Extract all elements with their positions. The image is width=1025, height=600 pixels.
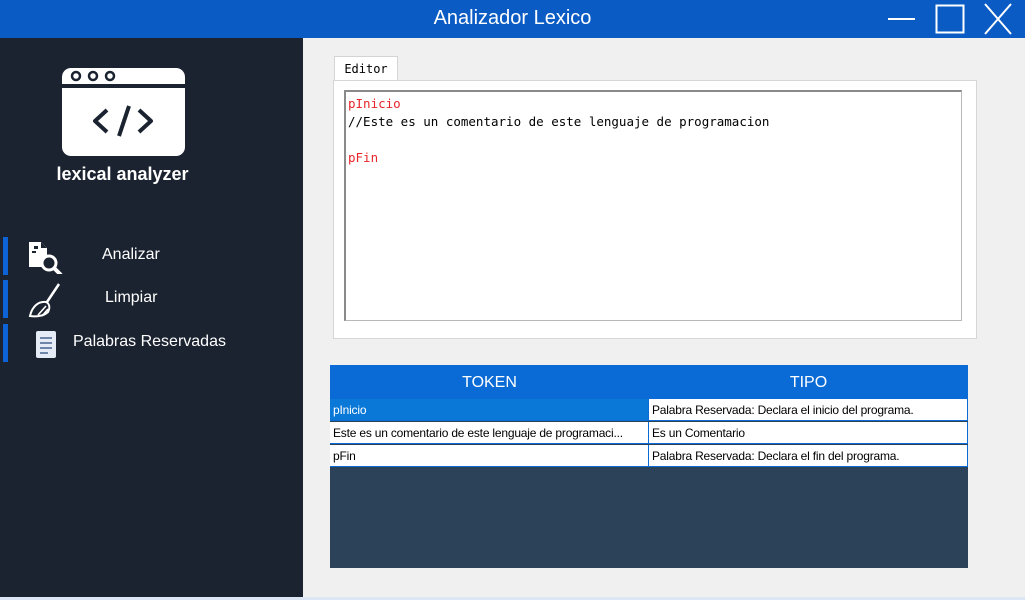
active-indicator	[3, 237, 8, 275]
token-table[interactable]: TOKEN TIPO pInicio Palabra Reservada: Dec…	[330, 365, 968, 568]
sidebar-item-label: Palabras Reservadas	[73, 333, 226, 350]
sidebar-item-limpiar[interactable]: Limpiar	[0, 280, 303, 318]
minimize-button[interactable]	[884, 0, 930, 38]
active-indicator	[3, 280, 8, 318]
close-button[interactable]	[980, 0, 1025, 38]
active-indicator	[3, 324, 8, 362]
app-name: lexical analyzer	[56, 164, 189, 184]
code-line: pInicio	[348, 96, 401, 111]
table-row[interactable]: Este es un comentario de este lenguaje d…	[330, 422, 968, 444]
sidebar: lexical analyzer Analizar Limpiar Palabr…	[0, 38, 303, 600]
cell-token[interactable]: pFin	[330, 445, 649, 467]
column-header-token[interactable]: TOKEN	[330, 365, 649, 399]
code-line: //Este es un comentario de este lenguaje…	[348, 114, 770, 129]
sidebar-item-label: Analizar	[102, 246, 160, 263]
cell-token[interactable]: pInicio	[330, 399, 649, 421]
column-header-tipo[interactable]: TIPO	[649, 365, 968, 399]
maximize-button[interactable]	[932, 0, 978, 38]
sidebar-item-label: Limpiar	[105, 289, 158, 306]
tab-editor[interactable]: Editor	[334, 56, 398, 81]
title-bar: Analizador Lexico	[0, 0, 1025, 38]
table-header: TOKEN TIPO	[330, 365, 968, 399]
maximize-icon	[935, 4, 965, 34]
cell-tipo[interactable]: Es un Comentario	[649, 422, 968, 444]
window-title: Analizador Lexico	[433, 7, 592, 29]
code-window-icon	[62, 68, 185, 156]
cell-token[interactable]: Este es un comentario de este lenguaje d…	[330, 422, 649, 444]
broom-icon	[26, 283, 66, 318]
close-icon	[984, 3, 1012, 35]
table-row[interactable]: pInicio Palabra Reservada: Declara el ini…	[330, 399, 968, 421]
sidebar-item-analizar[interactable]: Analizar	[0, 237, 303, 277]
table-row[interactable]: pFin Palabra Reservada: Declara el fin de…	[330, 445, 968, 467]
document-list-icon	[26, 327, 66, 361]
code-line: pFin	[348, 150, 379, 165]
document-search-icon	[26, 240, 66, 277]
code-editor[interactable]: pInicio //Este es un comentario de este l…	[344, 90, 962, 321]
cell-tipo[interactable]: Palabra Reservada: Declara el inicio del…	[649, 399, 968, 421]
minimize-icon	[888, 18, 915, 20]
sidebar-item-palabras-reservadas[interactable]: Palabras Reservadas	[0, 324, 303, 362]
cell-tipo[interactable]: Palabra Reservada: Declara el fin del pr…	[649, 445, 968, 467]
